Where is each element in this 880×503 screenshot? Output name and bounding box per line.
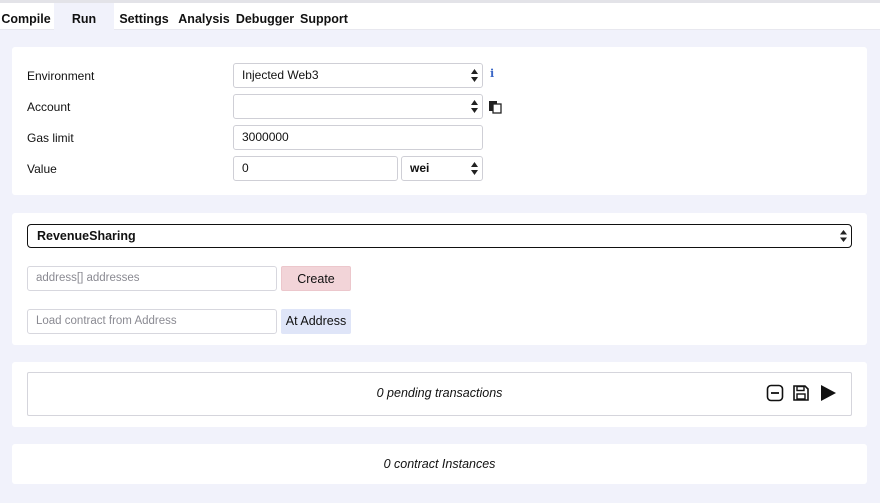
tab-bar: Compile Run Settings Analysis Debugger S…	[0, 3, 880, 30]
save-icon[interactable]	[792, 384, 810, 402]
tab-run[interactable]: Run	[54, 3, 114, 30]
tab-settings[interactable]: Settings	[117, 3, 171, 30]
contract-card: RevenueSharing address[] addresses Creat…	[12, 213, 867, 345]
contract-address-input[interactable]: Load contract from Address	[27, 309, 277, 334]
minus-square-icon[interactable]	[766, 384, 784, 402]
gas-limit-input[interactable]: 3000000	[233, 125, 483, 150]
tab-debugger[interactable]: Debugger	[234, 3, 296, 30]
environment-select[interactable]: Injected Web3	[233, 63, 483, 88]
select-arrows-icon	[471, 69, 478, 82]
tab-analysis[interactable]: Analysis	[177, 3, 231, 30]
instances-card: 0 contract Instances	[12, 444, 867, 484]
select-arrows-icon	[840, 230, 847, 242]
environment-label: Environment	[27, 69, 95, 83]
value-input[interactable]: 0	[233, 156, 398, 181]
select-arrows-icon	[471, 100, 478, 113]
at-address-button[interactable]: At Address	[281, 309, 351, 334]
tab-support[interactable]: Support	[298, 3, 350, 30]
play-icon[interactable]	[819, 384, 837, 402]
contract-select[interactable]: RevenueSharing	[27, 224, 852, 248]
select-arrows-icon	[471, 162, 478, 175]
info-icon[interactable]: i	[490, 67, 494, 80]
create-button[interactable]: Create	[281, 266, 351, 291]
pending-transactions-text: 0 pending transactions	[376, 386, 503, 400]
run-settings-card: Environment Injected Web3 i Account Gas …	[12, 47, 867, 195]
constructor-args-input[interactable]: address[] addresses	[27, 266, 277, 291]
tab-compile[interactable]: Compile	[0, 3, 52, 30]
value-label: Value	[27, 162, 57, 176]
transactions-card: 0 pending transactions	[12, 362, 867, 427]
contract-instances-text: 0 contract Instances	[383, 457, 496, 471]
copy-icon[interactable]	[488, 100, 502, 114]
value-unit-select[interactable]: wei	[401, 156, 483, 181]
environment-value: Injected Web3	[242, 68, 319, 82]
gas-limit-label: Gas limit	[27, 131, 74, 145]
account-label: Account	[27, 100, 71, 114]
contract-selected: RevenueSharing	[37, 229, 136, 243]
value-unit: wei	[410, 161, 430, 175]
account-select[interactable]	[233, 94, 483, 119]
pending-transactions-box: 0 pending transactions	[27, 372, 852, 416]
